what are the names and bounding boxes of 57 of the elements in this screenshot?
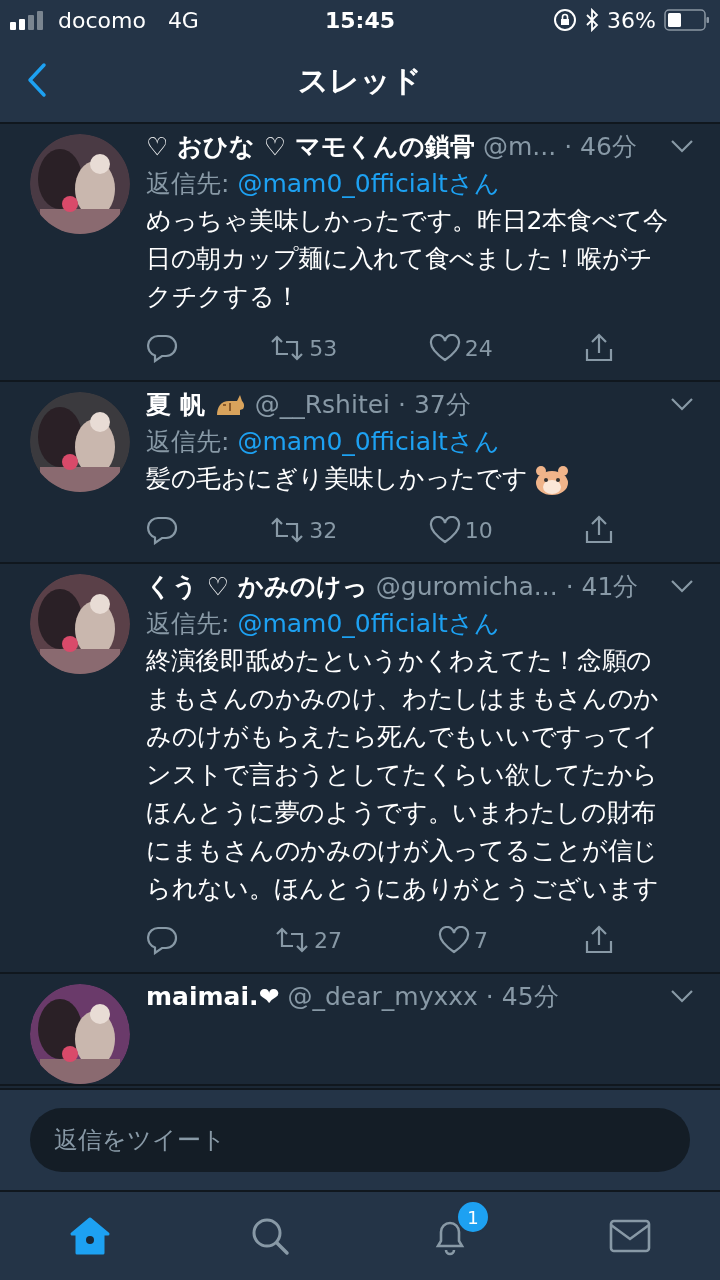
tweet-time: · 45分	[485, 980, 559, 1013]
chevron-down-icon[interactable]	[670, 139, 694, 153]
battery-icon	[664, 9, 710, 31]
user-name[interactable]: 夏 帆	[146, 387, 205, 421]
reply-label: 返信先:	[146, 425, 230, 458]
retweet-count: 27	[314, 927, 342, 953]
bluetooth-icon	[585, 8, 600, 32]
retweet-icon[interactable]	[269, 335, 306, 361]
battery-percent: 36%	[607, 7, 656, 33]
retweet-icon[interactable]	[269, 517, 306, 543]
chevron-down-icon[interactable]	[670, 579, 694, 593]
user-handle[interactable]: @_dear_myxxx	[287, 981, 478, 1011]
share-icon[interactable]	[584, 333, 614, 363]
chevron-down-icon[interactable]	[670, 989, 694, 1003]
tweet-time: · 46分	[564, 130, 637, 163]
page-title: スレッド	[298, 61, 422, 100]
share-icon[interactable]	[584, 925, 614, 955]
user-name[interactable]: ♡ おひな ♡ マモくんの鎖骨	[146, 129, 475, 163]
tweet-time: · 37分	[398, 388, 471, 421]
heart-icon[interactable]	[438, 926, 470, 954]
tweet-text: 終演後即舐めたというかくわえてた！念願のまもさんのかみのけ、わたしはまもさんのかみのけがもらえたら死んでもいいですってインストで言おうとしてたくらい欲してたからほんとうに夢のようです。いまわたしの財布にまもさんのかみのけが入ってることが信じられない。ほんとうにありがとうございます	[146, 646, 659, 903]
user-handle[interactable]: @m...	[482, 131, 557, 161]
like-count: 7	[474, 927, 488, 953]
reply-field[interactable]: 返信をツイート	[30, 1108, 690, 1172]
reply-to-link[interactable]: @mam0_0fficialtさん	[237, 166, 500, 200]
like-count: 10	[464, 517, 493, 543]
tweet-text: 髪の毛おにぎり美味しかったです	[146, 464, 528, 493]
heart-icon[interactable]	[428, 334, 461, 362]
reply-icon[interactable]	[146, 333, 178, 363]
rotation-lock-icon	[553, 8, 578, 32]
reply-to-link[interactable]: @mam0_0fficialtさん	[237, 424, 500, 458]
reply-icon[interactable]	[146, 925, 178, 955]
tweet-text: めっちゃ美味しかったです。昨日2本食べて今日の朝カップ麺に入れて食べました！喉がチクチクする！	[146, 206, 668, 311]
user-name[interactable]: くう ♡ かみのけっ	[146, 569, 368, 603]
user-handle[interactable]: @__Rshitei	[254, 389, 391, 419]
search-icon[interactable]	[250, 1216, 290, 1256]
tweet-time: · 41分	[565, 570, 639, 603]
heart-icon[interactable]	[428, 516, 461, 544]
carrier-name: docomo	[58, 7, 146, 33]
chevron-down-icon[interactable]	[670, 397, 694, 411]
user-handle[interactable]: @guromicha...	[375, 571, 558, 601]
retweet-icon[interactable]	[274, 927, 310, 953]
notification-badge: 1	[456, 1200, 490, 1234]
retweet-count: 53	[309, 335, 338, 361]
reply-to-link[interactable]: @mam0_0fficialtさん	[237, 606, 500, 640]
user-name[interactable]: maimai.❤	[146, 981, 280, 1011]
reply-label: 返信先:	[146, 607, 230, 640]
reply-icon[interactable]	[146, 515, 178, 545]
mail-icon[interactable]	[609, 1219, 651, 1253]
like-count: 24	[464, 335, 493, 361]
reply-label: 返信先:	[146, 167, 230, 200]
network-type: 4G	[167, 7, 199, 33]
retweet-count: 32	[309, 517, 338, 543]
home-icon[interactable]	[69, 1216, 111, 1256]
share-icon[interactable]	[584, 515, 614, 545]
back-icon[interactable]	[26, 62, 48, 98]
clock: 15:45	[325, 7, 395, 33]
